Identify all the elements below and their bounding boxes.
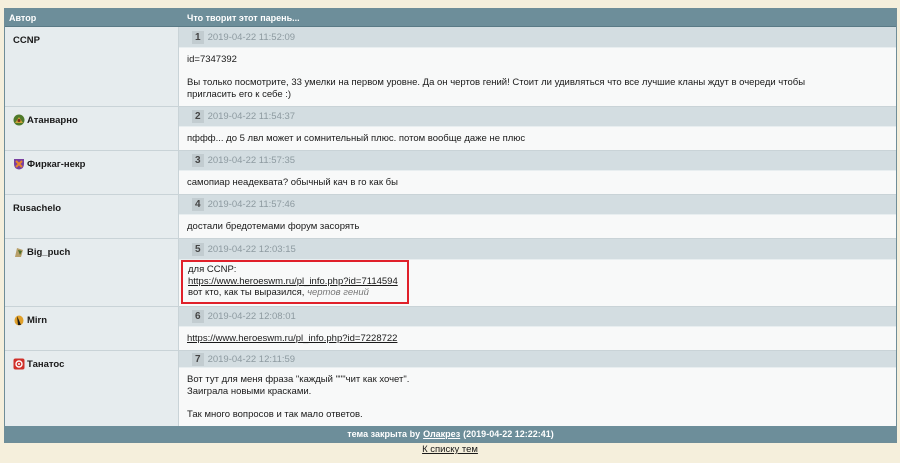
clan-emblem-icon[interactable] [13,358,25,370]
author-name[interactable]: Танатос [27,359,64,370]
post: CCNP 1 2019-04-22 11:52:09 id=7347392 Вы… [5,27,896,107]
post-body: достали бредотемами форум засорять [179,214,896,238]
post-number[interactable]: 3 [192,153,204,167]
post-date: 2019-04-22 11:54:37 [207,110,296,122]
post-date: 2019-04-22 11:57:46 [207,198,296,210]
post-body: id=7347392 Вы только посмотрите, 33 умел… [179,48,896,106]
post-meta: 1 2019-04-22 11:52:09 [179,27,896,48]
post-line: пффф... до 5 лвл может и сомнительный пл… [187,132,526,144]
post-line: Вот тут для меня фраза "каждый """чит ка… [187,374,410,385]
post-body: Вот тут для меня фраза "каждый """чит ка… [179,368,896,426]
post-number[interactable]: 5 [192,242,204,256]
post-body: для CCNP: https://www.heroeswm.ru/pl_inf… [179,260,896,306]
player-info-link[interactable]: https://www.heroeswm.ru/pl_info.php?id=7… [188,276,398,287]
post-author: Mirn [5,307,179,350]
author-name[interactable]: Mirn [27,315,47,326]
forum-thread: Автор Что творит этот парень... CCNP 1 2… [4,8,897,443]
post: Mirn 6 2019-04-22 12:08:01 https://www.h… [5,307,896,351]
post-meta: 5 2019-04-22 12:03:15 [179,239,896,260]
post-line: вот кто, как ты выразился, [188,287,305,298]
post-author: Rusachelo [5,195,179,238]
post-author: Фиркаг-некр [5,151,179,194]
post-meta: 2 2019-04-22 11:54:37 [179,107,896,127]
footer-timestamp: (2019-04-22 12:22:41) [463,429,554,439]
post-author: Танатос [5,351,179,426]
post-line [187,397,896,409]
post-date: 2019-04-22 12:03:15 [207,243,296,255]
post-number[interactable]: 7 [192,352,204,366]
post: Фиркаг-некр 3 2019-04-22 11:57:35 самопи… [5,151,896,195]
post-line: достали бредотемами форум засорять [187,220,360,232]
post-number[interactable]: 6 [192,309,204,323]
thread-closed-footer: тема закрыта by Олакрез (2019-04-22 12:2… [5,426,896,442]
post-line: Заиграла новыми красками. [187,385,312,397]
topic-title: Что творит этот парень... [187,12,300,23]
post-date: 2019-04-22 11:57:35 [207,154,296,166]
post-body: https://www.heroeswm.ru/pl_info.php?id=7… [179,326,896,350]
thread-header: Автор Что творит этот парень... [5,9,896,27]
post-number[interactable]: 2 [192,109,204,123]
post-line: id=7347392 [187,54,237,65]
post-meta: 7 2019-04-22 12:11:59 [179,351,896,368]
post-line: для CCNP: [188,264,237,275]
post-body: пффф... до 5 лвл может и сомнительный пл… [179,126,896,150]
post-date: 2019-04-22 12:11:59 [207,353,296,365]
post-author: Атанварно [5,107,179,150]
post: Атанварно 2 2019-04-22 11:54:37 пффф... … [5,107,896,151]
post-number[interactable]: 4 [192,197,204,211]
post-body: самопиар неадеквата? обычный кач в го ка… [179,170,896,194]
clan-emblem-icon[interactable] [13,158,25,170]
post-date: 2019-04-22 12:08:01 [207,310,296,322]
post: Big_puch 5 2019-04-22 12:03:15 для CCNP:… [5,239,896,307]
author-column-header: Автор [9,12,37,23]
post: Танатос 7 2019-04-22 12:11:59 Вот тут дл… [5,351,896,426]
post-author: Big_puch [5,239,179,306]
quoted-phrase: чертов гений [307,287,369,298]
post-author: CCNP [5,27,179,106]
post-date: 2019-04-22 11:52:09 [207,31,296,43]
author-name[interactable]: Rusachelo [13,203,61,214]
post-meta: 4 2019-04-22 11:57:46 [179,195,896,215]
clan-emblem-icon[interactable] [13,246,25,258]
post-line: Так много вопросов и так мало ответов. [187,408,363,420]
post-meta: 3 2019-04-22 11:57:35 [179,151,896,171]
post-number[interactable]: 1 [192,30,204,44]
post-line: самопиар неадеквата? обычный кач в го ка… [187,176,398,188]
back-to-topics: К списку тем [0,444,900,455]
clan-emblem-icon[interactable] [13,114,25,126]
author-name[interactable]: Атанварно [27,115,78,126]
post-line: пригласить его к себе :) [187,88,292,100]
author-name[interactable]: Big_puch [27,247,70,258]
post-line: Вы только посмотрите, 33 умелки на перво… [187,77,806,88]
post-meta: 6 2019-04-22 12:08:01 [179,307,896,327]
author-name[interactable]: Фиркаг-некр [27,159,86,170]
post-line [187,66,896,78]
post: Rusachelo 4 2019-04-22 11:57:46 достали … [5,195,896,239]
closed-by-user-link[interactable]: Олакрез [423,429,460,439]
player-info-link[interactable]: https://www.heroeswm.ru/pl_info.php?id=7… [187,333,397,344]
back-to-topics-link[interactable]: К списку тем [422,444,478,455]
author-name[interactable]: CCNP [13,35,40,46]
footer-prefix: тема закрыта by [347,429,421,439]
highlight-box: для CCNP: https://www.heroeswm.ru/pl_inf… [181,260,409,304]
clan-emblem-icon[interactable] [13,314,25,326]
